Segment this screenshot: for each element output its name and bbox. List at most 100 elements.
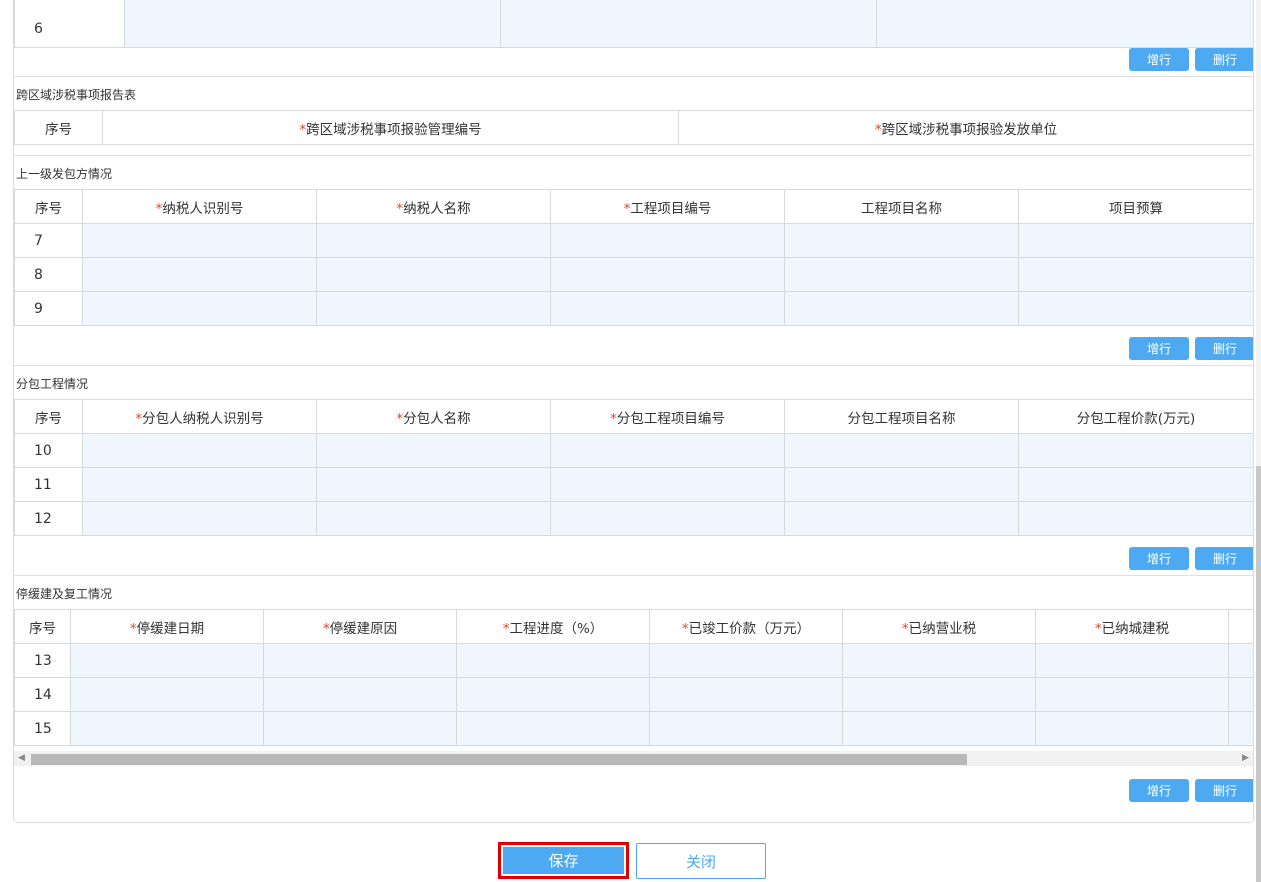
table-cell-input[interactable] — [1035, 677, 1229, 712]
horizontal-scrollbar[interactable]: ◀ ▶ — [14, 751, 1253, 766]
table-cell-input[interactable] — [70, 677, 264, 712]
close-button[interactable]: 关闭 — [636, 843, 766, 879]
column-header-label: 跨区域涉税事项报验管理编号 — [306, 121, 482, 138]
table-row: 9 — [14, 291, 1253, 326]
table-cell-input[interactable] — [784, 467, 1019, 502]
save-button[interactable]: 保存 — [498, 842, 629, 879]
table-cell-input[interactable] — [550, 467, 785, 502]
table-cell-input[interactable] — [70, 643, 264, 678]
table-cell-input[interactable] — [1018, 433, 1253, 468]
delete-row-button[interactable]: 删行 — [1195, 779, 1253, 802]
table-cell-input[interactable] — [1228, 677, 1253, 712]
table-cell-input[interactable] — [1018, 467, 1253, 502]
vertical-scrollbar-thumb[interactable] — [1256, 466, 1261, 882]
table-cell-input[interactable] — [550, 257, 785, 292]
scroll-right-icon[interactable]: ▶ — [1242, 753, 1249, 764]
table-header-row: 序号 *跨区域涉税事项报验管理编号 *跨区域涉税事项报验发放单位 — [14, 110, 1253, 145]
table-cell-input[interactable] — [316, 291, 551, 326]
add-row-button[interactable]: 增行 — [1129, 779, 1189, 802]
table-cell-input[interactable] — [1018, 501, 1253, 536]
delete-row-button[interactable]: 删行 — [1195, 337, 1253, 360]
table-cell-input[interactable] — [1018, 257, 1253, 292]
column-header: *分包人纳税人识别号 — [82, 399, 317, 434]
table-cell-input[interactable] — [784, 433, 1019, 468]
required-mark: * — [610, 410, 617, 427]
table-cell-input[interactable] — [82, 501, 317, 536]
table-row: 7 — [14, 223, 1253, 258]
column-header: *停缓建日期 — [70, 609, 264, 644]
column-header: 序号 — [14, 189, 83, 224]
column-header-label: 分包工程价款(万元) — [1076, 410, 1196, 427]
delete-row-button[interactable]: 删行 — [1195, 48, 1253, 71]
table-header-row: 序号 *分包人纳税人识别号 *分包人名称 *分包工程项目编号 分包工程项目名称 … — [14, 399, 1253, 434]
table-cell-input[interactable] — [649, 711, 843, 746]
table-cell-input[interactable] — [316, 257, 551, 292]
table-cell-input[interactable] — [82, 433, 317, 468]
table-cell-input[interactable] — [316, 433, 551, 468]
table-row: 8 — [14, 257, 1253, 292]
add-row-button[interactable]: 增行 — [1129, 547, 1189, 570]
delete-row-button[interactable]: 删行 — [1195, 547, 1253, 570]
table-cell-input[interactable] — [1228, 711, 1253, 746]
table-cell-input[interactable] — [842, 643, 1036, 678]
column-header: 分包工程价款(万元) — [1018, 399, 1253, 434]
table-cell-input[interactable] — [316, 467, 551, 502]
table-cell-input[interactable] — [82, 223, 317, 258]
table-header-row: 序号 *纳税人识别号 *纳税人名称 *工程项目编号 工程项目名称 项目预算 — [14, 189, 1253, 224]
table-cell-input[interactable] — [1035, 643, 1229, 678]
table-cell-input[interactable] — [784, 257, 1019, 292]
add-row-button[interactable]: 增行 — [1129, 337, 1189, 360]
required-mark: * — [901, 620, 909, 637]
table-cell-input[interactable] — [649, 677, 843, 712]
section-title: 停缓建及复工情况 — [16, 587, 113, 601]
table-cell-input[interactable] — [456, 643, 650, 678]
horizontal-scrollbar-thumb[interactable] — [31, 754, 967, 765]
table-cell-input[interactable] — [784, 223, 1019, 258]
table-cell-input[interactable] — [124, 0, 501, 48]
column-header-label: 项目预算 — [1109, 200, 1163, 217]
column-header: 项目预算 — [1018, 189, 1253, 224]
column-header: *已竣工价款（万元） — [649, 609, 843, 644]
table-cell-input[interactable] — [550, 433, 785, 468]
table-cell-input[interactable] — [1228, 643, 1253, 678]
column-header: *已纳城建税 — [1035, 609, 1229, 644]
column-header-label: 已竣工价款（万元） — [688, 620, 811, 637]
table-cell-input[interactable] — [456, 677, 650, 712]
cross-region-table: 序号 *跨区域涉税事项报验管理编号 *跨区域涉税事项报验发放单位 — [14, 110, 1253, 145]
required-mark: * — [874, 121, 882, 138]
table-cell-input[interactable] — [550, 501, 785, 536]
table-cell-input[interactable] — [842, 711, 1036, 746]
add-row-button[interactable]: 增行 — [1129, 48, 1189, 71]
table-cell-input[interactable] — [82, 257, 317, 292]
table-cell-input[interactable] — [500, 0, 877, 48]
table-cell-input[interactable] — [842, 677, 1036, 712]
table-cell-input[interactable] — [70, 711, 264, 746]
scroll-left-icon[interactable]: ◀ — [18, 753, 25, 764]
table-cell-input[interactable] — [1035, 711, 1229, 746]
table-cell-input[interactable] — [82, 467, 317, 502]
table-cell-input[interactable] — [1018, 223, 1253, 258]
column-header: *已纳营业税 — [842, 609, 1036, 644]
table-cell-input[interactable] — [649, 643, 843, 678]
table-cell-input[interactable] — [784, 501, 1019, 536]
table-row: 11 — [14, 467, 1253, 502]
table-cell-input[interactable] — [316, 501, 551, 536]
table-cell-input[interactable] — [876, 0, 1253, 48]
table-cell-input[interactable] — [263, 677, 457, 712]
table-cell-input[interactable] — [456, 711, 650, 746]
column-header: *分包人名称 — [316, 399, 551, 434]
column-header: *跨区域涉税事项报验发放单位 — [678, 110, 1253, 145]
table-cell-input[interactable] — [316, 223, 551, 258]
table-cell-input[interactable] — [263, 643, 457, 678]
table-cell-input[interactable] — [784, 291, 1019, 326]
upper-contractor-table: 序号 *纳税人识别号 *纳税人名称 *工程项目编号 工程项目名称 项目预算 78… — [14, 189, 1253, 326]
column-header — [1228, 609, 1253, 644]
table-cell-input[interactable] — [82, 291, 317, 326]
table-cell-input[interactable] — [1018, 291, 1253, 326]
previous-table: 6 — [14, 0, 1253, 48]
table-cell-input[interactable] — [263, 711, 457, 746]
column-header: *工程进度（%） — [456, 609, 650, 644]
table-cell-input[interactable] — [550, 223, 785, 258]
table-row: 12 — [14, 501, 1253, 536]
table-cell-input[interactable] — [550, 291, 785, 326]
